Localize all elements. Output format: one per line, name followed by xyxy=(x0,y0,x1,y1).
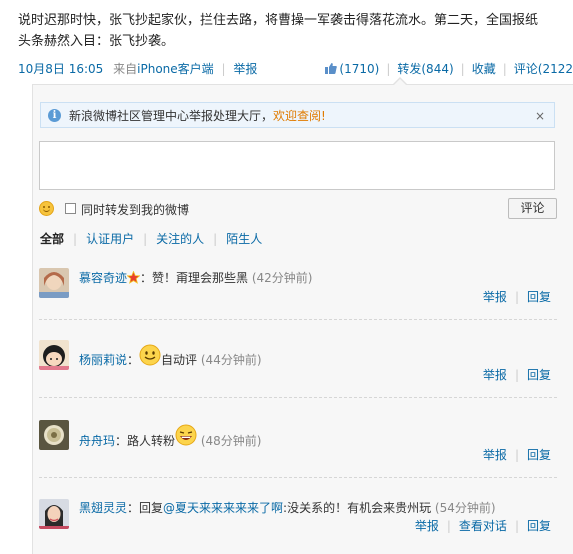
comment-filters: 全部 | 认证用户 | 关注的人 | 陌生人 xyxy=(40,232,263,246)
grin-emoji-icon xyxy=(139,344,161,366)
comment-report-link[interactable]: 举报 xyxy=(483,368,507,382)
comment-time: (42分钟前) xyxy=(251,271,313,285)
avatar[interactable] xyxy=(39,340,69,370)
notice-bar: i 新浪微博社区管理中心举报处理大厅，欢迎查阅! × xyxy=(40,102,555,128)
filter-strangers[interactable]: 陌生人 xyxy=(226,232,262,246)
comment-time: (54分钟前) xyxy=(434,501,496,515)
comment-text: ：回复 xyxy=(127,501,164,515)
favorite-button[interactable]: 收藏 xyxy=(472,62,496,76)
avatar[interactable] xyxy=(39,420,69,450)
thumbs-up-icon xyxy=(325,63,338,74)
comment-time: (44分钟前) xyxy=(200,353,262,367)
post-actions: (1710) | 转发(844) | 收藏 | 评论(2122 xyxy=(325,60,573,77)
avatar[interactable] xyxy=(39,268,69,298)
forward-button[interactable]: 转发(844) xyxy=(397,62,453,76)
comment-divider xyxy=(39,319,557,320)
filter-verified[interactable]: 认证用户 xyxy=(86,232,134,246)
comment-divider xyxy=(39,477,557,478)
like-button[interactable]: (1710) xyxy=(325,62,379,76)
comment-item: 杨丽莉说： 自动评 (44分钟前) 举报 | 回复 xyxy=(39,340,557,390)
comment-input[interactable] xyxy=(39,141,555,190)
comment-report-link[interactable]: 举报 xyxy=(415,519,439,533)
comment-report-link[interactable]: 举报 xyxy=(483,290,507,304)
source-link[interactable]: iPhone客户端 xyxy=(137,62,214,76)
post-text-line-2: 头条赫然入目：张飞抄袭。 xyxy=(18,34,175,49)
notice-text: 新浪微博社区管理中心举报处理大厅， xyxy=(69,109,274,123)
info-icon: i xyxy=(48,109,61,122)
comment-item: 舟舟玛：路人转粉 (48分钟前) 举报 | 回复 xyxy=(39,420,557,470)
comment-reply-link[interactable]: 回复 xyxy=(527,448,551,462)
comment-button[interactable]: 评论(2122 xyxy=(514,62,573,76)
source-prefix: 来自 xyxy=(113,62,138,76)
forward-checkbox-label[interactable]: 同时转发到我的微博 xyxy=(81,201,189,218)
comment-reply-link[interactable]: 回复 xyxy=(527,519,551,533)
notice-link[interactable]: 欢迎查阅! xyxy=(273,109,326,123)
comment-text-2: 自动评 xyxy=(161,353,198,367)
post-text: 说时迟那时快，张飞抄起家伙，拦住去路，将曹操一军袭击得落花流水。第二天，全国报纸… xyxy=(18,10,573,52)
laughing-emoji-icon xyxy=(175,424,197,446)
comment-item: 慕容奇迹 ：赞！甭理会那些黑 (42分钟前) 举报 | 回复 xyxy=(39,268,557,318)
filter-following[interactable]: 关注的人 xyxy=(156,232,204,246)
emoticon-icon[interactable] xyxy=(39,201,54,216)
avatar[interactable] xyxy=(39,499,69,529)
comment-reply-link[interactable]: 回复 xyxy=(527,290,551,304)
like-count: (1710) xyxy=(339,62,380,76)
forward-checkbox[interactable] xyxy=(65,203,76,214)
comment-username[interactable]: 杨丽莉说 xyxy=(79,353,127,367)
view-thread-link[interactable]: 查看对话 xyxy=(459,519,507,533)
post-text-line-1: 说时迟那时快，张飞抄起家伙，拦住去路，将曹操一军袭击得落花流水。第二天，全国报纸 xyxy=(18,13,539,28)
comment-divider xyxy=(39,397,557,398)
post-meta: 10月8日 16:05 来自iPhone客户端 | 举报 xyxy=(18,62,258,76)
post-report-link[interactable]: 举报 xyxy=(233,62,257,76)
comment-text: ：路人转粉 xyxy=(115,434,176,448)
submit-comment-button[interactable]: 评论 xyxy=(508,198,557,219)
comment-username[interactable]: 慕容奇迹 xyxy=(79,271,127,285)
post-time-link[interactable]: 10月8日 16:05 xyxy=(18,62,103,76)
filter-all[interactable]: 全部 xyxy=(40,232,64,246)
close-icon[interactable]: × xyxy=(535,103,545,129)
star-badge-icon xyxy=(127,271,141,284)
comment-username[interactable]: 黑翅灵灵 xyxy=(79,501,127,515)
comment-report-link[interactable]: 举报 xyxy=(483,448,507,462)
comment-text-2: :没关系的！有机会来贵州玩 xyxy=(283,501,432,515)
comment-text: ：赞！甭理会那些黑 xyxy=(140,271,249,285)
comment-reply-link[interactable]: 回复 xyxy=(527,368,551,382)
comment-username[interactable]: 舟舟玛 xyxy=(79,434,115,448)
comment-time: (48分钟前) xyxy=(200,434,262,448)
comment-item: 黑翅灵灵：回复@夏天来来来来来了啊:没关系的！有机会来贵州玩 (54分钟前) 举… xyxy=(39,499,557,539)
mention-link[interactable]: @夏天来来来来来了啊 xyxy=(163,501,283,515)
comment-text: ： xyxy=(127,353,140,367)
